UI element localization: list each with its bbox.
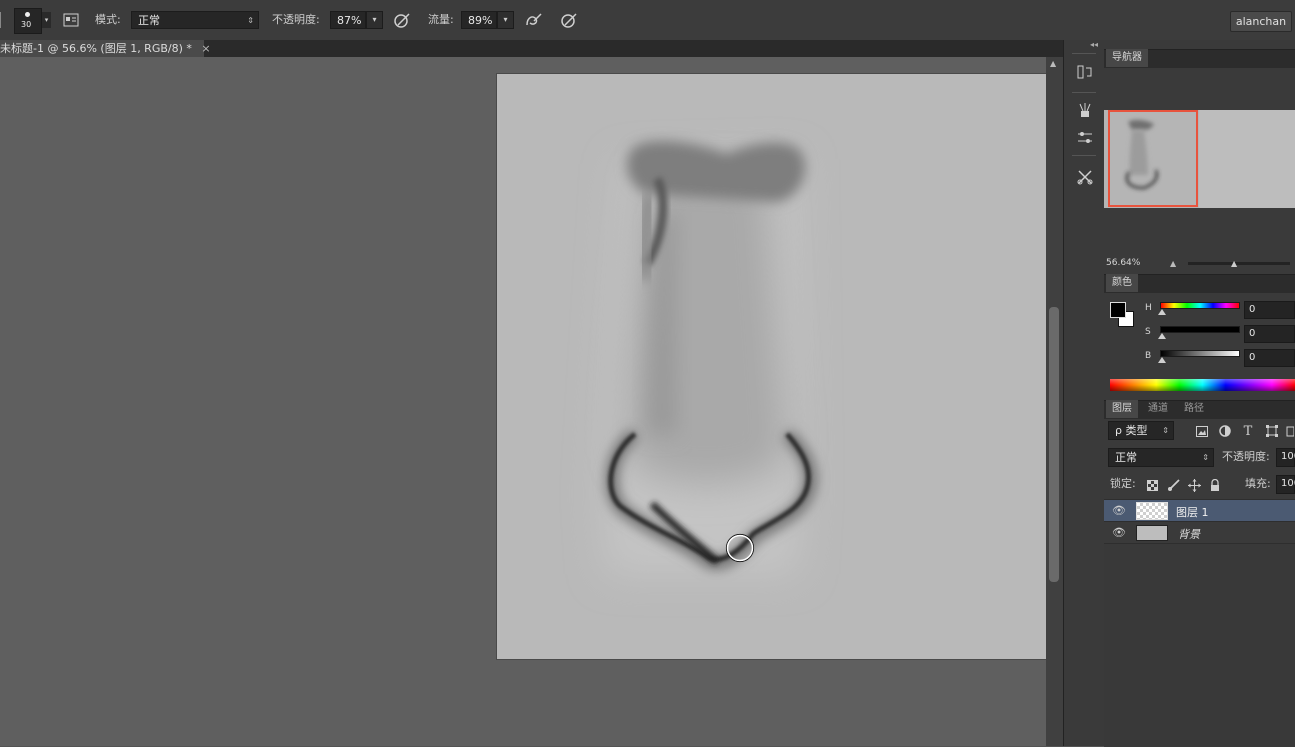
fill-label: 填充: [1245, 477, 1271, 490]
panel-icon-strip: ◂◂ [1063, 40, 1105, 746]
layer-blend-mode-select[interactable]: 正常 ⇕ [1108, 448, 1214, 467]
brush-tip-icon [25, 12, 30, 17]
airbrush-icon[interactable] [523, 10, 543, 30]
layer-filter-select[interactable]: ρ 类型 ⇕ [1108, 421, 1174, 440]
opacity-field[interactable]: 87% [330, 11, 366, 29]
layer-name[interactable]: 背景 [1178, 526, 1200, 542]
filter-adjustment-icon[interactable] [1215, 421, 1235, 441]
document-tab-title: 未标题-1 @ 56.6% (图层 1, RGB/8) * [0, 42, 192, 55]
document-canvas[interactable] [497, 74, 1047, 659]
right-panels: 导航器 56.64% ▲ ▲ 颜色 H 0 S 0 B 0 图层 通道 路径 ρ… [1104, 40, 1295, 747]
brightness-slider[interactable] [1160, 350, 1240, 357]
divider [1072, 92, 1096, 93]
lock-all-icon[interactable] [1205, 475, 1225, 495]
chevron-updown-icon: ⇕ [1202, 453, 1209, 462]
brush-size-value: 30 [21, 20, 32, 29]
color-ramp-shade [1110, 379, 1295, 391]
flow-label: 流量: [428, 13, 454, 26]
user-account-button[interactable]: alanchan [1230, 11, 1292, 32]
zoom-slider-thumb[interactable]: ▲ [1231, 259, 1237, 268]
layer-name[interactable]: 图层 1 [1176, 504, 1209, 520]
saturation-slider-thumb[interactable] [1158, 333, 1166, 339]
lock-image-pixels-icon[interactable] [1164, 475, 1184, 495]
filter-type-icon[interactable]: T [1238, 421, 1258, 441]
navigator-preview[interactable] [1104, 110, 1295, 208]
close-icon[interactable]: × [201, 42, 210, 55]
lock-position-icon[interactable] [1184, 475, 1204, 495]
opacity-value: 87% [337, 14, 362, 27]
layer-opacity-label: 不透明度: [1222, 450, 1270, 463]
eye-visibility-icon[interactable]: 👁 [1112, 526, 1126, 539]
options-bar-grip [0, 12, 4, 28]
layers-empty-area [1104, 543, 1295, 747]
zoom-out-icon[interactable]: ▲ [1170, 259, 1176, 268]
scrollbar-thumb[interactable] [1049, 307, 1059, 582]
brightness-label: B [1145, 351, 1152, 361]
pressure-opacity-icon[interactable] [392, 10, 412, 30]
brush-panel-toggle-icon[interactable] [61, 10, 81, 30]
filter-pixel-icon[interactable] [1192, 421, 1212, 441]
hue-slider-thumb[interactable] [1158, 309, 1166, 315]
divider [1072, 53, 1096, 54]
brightness-slider-thumb[interactable] [1158, 357, 1166, 363]
nose-drawing [602, 140, 817, 574]
saturation-label: S [1145, 327, 1151, 337]
eye-visibility-icon[interactable]: 👁 [1112, 504, 1126, 517]
brush-preset-picker[interactable]: 30 [14, 8, 42, 34]
hue-slider[interactable] [1160, 302, 1240, 309]
navigator-zoom-value[interactable]: 56.64% [1106, 258, 1140, 268]
lock-label: 锁定: [1110, 477, 1136, 490]
brush-presets-icon[interactable] [1075, 100, 1095, 120]
chevron-updown-icon: ⇕ [247, 16, 254, 25]
color-ramp[interactable] [1110, 379, 1295, 391]
layer-thumbnail [1136, 502, 1168, 520]
adjustments-sliders-icon[interactable] [1075, 128, 1095, 148]
saturation-slider[interactable] [1160, 326, 1240, 333]
collapse-arrows-icon[interactable]: ◂◂ [1090, 40, 1098, 49]
layer-thumbnail [1136, 525, 1168, 541]
fill-field[interactable]: 100 [1276, 475, 1295, 494]
layer-row-background[interactable]: 👁 背景 [1104, 521, 1295, 543]
brush-picker-arrow-icon[interactable]: ▾ [42, 12, 51, 28]
opacity-dropdown-arrow-icon[interactable]: ▾ [366, 11, 383, 29]
saturation-field[interactable]: 0 [1244, 325, 1295, 343]
filter-shape-icon[interactable] [1262, 421, 1282, 441]
hue-field[interactable]: 0 [1244, 301, 1295, 319]
chevron-updown-icon: ⇕ [1162, 426, 1169, 435]
layer-row-layer1[interactable]: 👁 图层 1 [1104, 499, 1295, 521]
tab-color[interactable]: 颜色 [1106, 274, 1138, 292]
options-bar: 30 ▾ 模式: 正常 ⇕ 不透明度: 87% ▾ 流量: 89% ▾ alan… [0, 0, 1295, 41]
flow-value: 89% [468, 14, 493, 27]
brightness-field[interactable]: 0 [1244, 349, 1295, 367]
lock-transparent-icon[interactable] [1142, 475, 1162, 495]
blend-mode-select[interactable]: 正常 ⇕ [131, 11, 259, 29]
layer-filter-value: ρ 类型 [1115, 424, 1148, 437]
tab-paths[interactable]: 路径 [1178, 400, 1210, 418]
history-icon[interactable] [1075, 62, 1095, 82]
hue-label: H [1145, 303, 1152, 313]
divider [1072, 155, 1096, 156]
document-tab[interactable]: 未标题-1 @ 56.6% (图层 1, RGB/8) * × [0, 40, 211, 57]
layer-opacity-field[interactable]: 100 [1276, 448, 1295, 467]
mode-label: 模式: [95, 13, 121, 26]
foreground-color-swatch[interactable] [1110, 302, 1126, 318]
tab-channels[interactable]: 通道 [1142, 400, 1174, 418]
layer-blend-mode-value: 正常 [1115, 451, 1137, 464]
navigator-thumbnail [1104, 110, 1199, 208]
opacity-label: 不透明度: [272, 13, 320, 26]
pressure-size-icon[interactable] [559, 10, 579, 30]
flow-dropdown-arrow-icon[interactable]: ▾ [497, 11, 514, 29]
flow-field[interactable]: 89% [461, 11, 497, 29]
zoom-slider[interactable] [1188, 262, 1290, 265]
filter-smart-object-icon[interactable] [1284, 421, 1295, 441]
tool-presets-icon[interactable] [1075, 167, 1095, 187]
tab-layers[interactable]: 图层 [1106, 400, 1138, 418]
type-glyph: T [1243, 423, 1253, 439]
scroll-up-arrow-icon[interactable]: ▲ [1050, 59, 1056, 68]
blend-mode-value: 正常 [138, 14, 160, 27]
tab-navigator[interactable]: 导航器 [1106, 49, 1148, 67]
